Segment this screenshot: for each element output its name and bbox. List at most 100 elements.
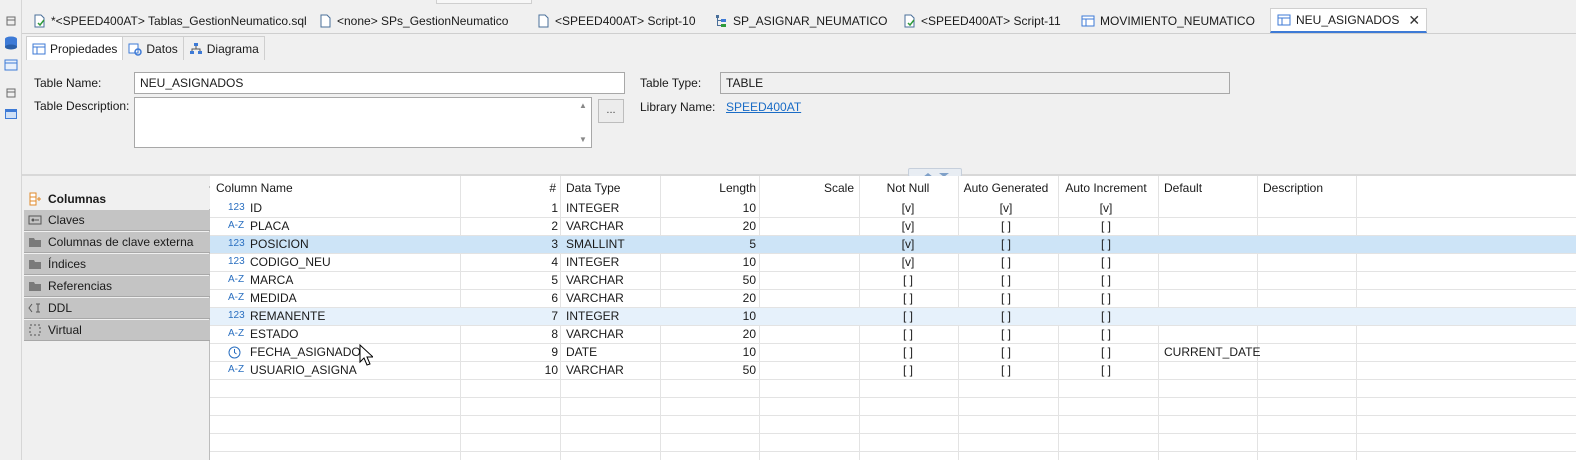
table-row[interactable]: A-Z PLACA 2 VARCHAR 20 [v][ ][ ] — [210, 218, 1576, 236]
col-length-cell[interactable]: 20 — [660, 290, 756, 308]
col-name-cell[interactable]: POSICION — [250, 236, 455, 254]
side-item-virtual[interactable]: Virtual — [24, 320, 210, 341]
col-num-header[interactable]: # — [460, 180, 556, 200]
col-data-type-cell[interactable]: INTEGER — [566, 308, 662, 326]
tab-diagrama[interactable]: Diagrama — [182, 36, 265, 60]
col-description-cell[interactable] — [1263, 290, 1359, 308]
col-name-cell[interactable]: REMANENTE — [250, 308, 455, 326]
tab-tablas-gestion-neumatico[interactable]: *<SPEED400AT> Tablas_GestionNeumatico.sq… — [26, 8, 313, 33]
col-default-cell[interactable] — [1164, 308, 1260, 326]
col-name-cell[interactable]: FECHA_ASIGNADO — [250, 344, 455, 362]
col-description-cell[interactable] — [1263, 326, 1359, 344]
col-num-cell[interactable]: 9 — [460, 344, 558, 362]
table-row[interactable]: 123 ID 1 INTEGER 10 [v] [v] [v] — [210, 200, 1576, 218]
col-description-cell[interactable] — [1263, 308, 1359, 326]
col-description-cell[interactable] — [1263, 254, 1359, 272]
col-default-cell[interactable] — [1164, 254, 1260, 272]
side-item-columnas-clave-externa[interactable]: Columnas de clave externa — [24, 232, 210, 253]
tab-sp-asignar-neumatico[interactable]: SP_ASIGNAR_NEUMATICO — [708, 8, 893, 33]
col-auto-generated-cell[interactable]: [ ] — [958, 272, 1054, 290]
col-data-type-cell[interactable]: VARCHAR — [566, 290, 662, 308]
col-auto-generated-cell[interactable]: [ ] — [958, 308, 1054, 326]
scroll-up-icon[interactable]: ▲ — [579, 101, 587, 110]
col-scale-cell[interactable] — [760, 200, 856, 218]
table-row[interactable]: FECHA_ASIGNADO 9 DATE 10[ ][ ][ ] CURRENT_DA… — [210, 344, 1576, 362]
col-description-cell[interactable] — [1263, 362, 1359, 380]
col-not-null-cell[interactable]: [ ] — [860, 362, 956, 380]
database-navigator-icon[interactable] — [3, 36, 19, 50]
col-auto-increment-cell[interactable]: [ ] — [1058, 326, 1154, 344]
table-row[interactable]: 123 POSICION 3 SMALLINT 5 [v][ ][ ] — [210, 236, 1576, 254]
side-item-ddl[interactable]: DDL — [24, 298, 210, 319]
tab-script-10[interactable]: <SPEED400AT> Script-10 — [530, 8, 702, 33]
col-description-cell[interactable] — [1263, 344, 1359, 362]
col-data-type-cell[interactable]: VARCHAR — [566, 272, 662, 290]
tab-movimiento-neumatico[interactable]: MOVIMIENTO_NEUMATICO — [1075, 8, 1261, 33]
col-name-cell[interactable]: MEDIDA — [250, 290, 455, 308]
col-description-cell[interactable] — [1263, 236, 1359, 254]
col-length-cell[interactable]: 10 — [660, 254, 756, 272]
library-name-link[interactable]: SPEED400AT — [726, 100, 801, 114]
tab-propiedades[interactable]: Propiedades — [26, 36, 124, 60]
col-not-null-cell[interactable]: [v] — [860, 218, 956, 236]
table-row[interactable] — [210, 434, 1576, 452]
col-scale-cell[interactable] — [760, 290, 856, 308]
col-length-cell[interactable]: 10 — [660, 200, 756, 218]
side-item-indices[interactable]: Índices — [24, 254, 210, 275]
table-row[interactable]: 123 CODIGO_NEU 4 INTEGER 10 [v][ ][ ] — [210, 254, 1576, 272]
col-length-cell[interactable]: 10 — [660, 344, 756, 362]
table-row[interactable]: 123 REMANENTE 7 INTEGER 10[ ][ ][ ] — [210, 308, 1576, 326]
table-row[interactable]: A-Z USUARIO_ASIGNA 10 VARCHAR 50[ ][ ][ ] — [210, 362, 1576, 380]
col-length-cell[interactable]: 5 — [660, 236, 756, 254]
col-scale-header[interactable]: Scale — [760, 180, 854, 200]
col-auto-increment-cell[interactable]: [ ] — [1058, 236, 1154, 254]
col-auto-increment-cell[interactable]: [ ] — [1058, 272, 1154, 290]
table-row[interactable]: A-Z MARCA 5 VARCHAR 50[ ][ ][ ] — [210, 272, 1576, 290]
col-num-cell[interactable]: 7 — [460, 308, 558, 326]
table-row[interactable] — [210, 380, 1576, 398]
col-length-cell[interactable]: 50 — [660, 272, 756, 290]
col-name-cell[interactable]: USUARIO_ASIGNA — [250, 362, 455, 380]
col-auto-increment-header[interactable]: Auto Increment — [1058, 180, 1154, 200]
col-scale-cell[interactable] — [760, 272, 856, 290]
col-num-cell[interactable]: 3 — [460, 236, 558, 254]
table-row[interactable]: A-Z MEDIDA 6 VARCHAR 20[ ][ ][ ] — [210, 290, 1576, 308]
side-item-claves[interactable]: Claves — [24, 210, 210, 231]
description-scrollbar[interactable]: ▲ ▼ — [575, 98, 591, 147]
col-data-type-cell[interactable]: DATE — [566, 344, 662, 362]
col-default-cell[interactable] — [1164, 272, 1260, 290]
col-num-cell[interactable]: 5 — [460, 272, 558, 290]
col-auto-generated-cell[interactable]: [ ] — [958, 344, 1054, 362]
col-not-null-cell[interactable]: [ ] — [860, 344, 956, 362]
col-not-null-cell[interactable]: [ ] — [860, 326, 956, 344]
col-name-cell[interactable]: ID — [250, 200, 455, 218]
tab-datos[interactable]: Datos — [122, 36, 184, 60]
tab-script-11[interactable]: <SPEED400AT> Script-11 — [896, 8, 1067, 33]
close-icon[interactable]: ✕ — [1408, 12, 1420, 29]
tab-neu-asignados[interactable]: NEU_ASIGNADOS ✕ — [1270, 8, 1428, 33]
col-length-cell[interactable]: 50 — [660, 362, 756, 380]
col-name-cell[interactable]: MARCA — [250, 272, 455, 290]
col-default-cell[interactable] — [1164, 362, 1260, 380]
col-length-cell[interactable]: 20 — [660, 218, 756, 236]
col-data-type-cell[interactable]: VARCHAR — [566, 362, 662, 380]
col-auto-increment-cell[interactable]: [ ] — [1058, 362, 1154, 380]
col-not-null-cell[interactable]: [ ] — [860, 290, 956, 308]
col-not-null-cell[interactable]: [v] — [860, 236, 956, 254]
col-num-cell[interactable]: 10 — [460, 362, 558, 380]
col-num-cell[interactable]: 8 — [460, 326, 558, 344]
col-length-cell[interactable]: 20 — [660, 326, 756, 344]
col-auto-generated-cell[interactable]: [ ] — [958, 362, 1054, 380]
col-num-cell[interactable]: 6 — [460, 290, 558, 308]
col-not-null-cell[interactable]: [ ] — [860, 308, 956, 326]
col-default-cell[interactable] — [1164, 218, 1260, 236]
col-description-header[interactable]: Description — [1263, 180, 1323, 200]
col-name-cell[interactable]: PLACA — [250, 218, 455, 236]
side-item-columnas[interactable]: Columnas — [24, 188, 210, 209]
col-data-type-cell[interactable]: VARCHAR — [566, 218, 662, 236]
col-data-type-cell[interactable]: INTEGER — [566, 254, 662, 272]
col-not-null-cell[interactable]: [ ] — [860, 272, 956, 290]
col-default-cell[interactable] — [1164, 290, 1260, 308]
col-auto-increment-cell[interactable]: [ ] — [1058, 218, 1154, 236]
minimize-view-icon[interactable] — [3, 14, 19, 28]
